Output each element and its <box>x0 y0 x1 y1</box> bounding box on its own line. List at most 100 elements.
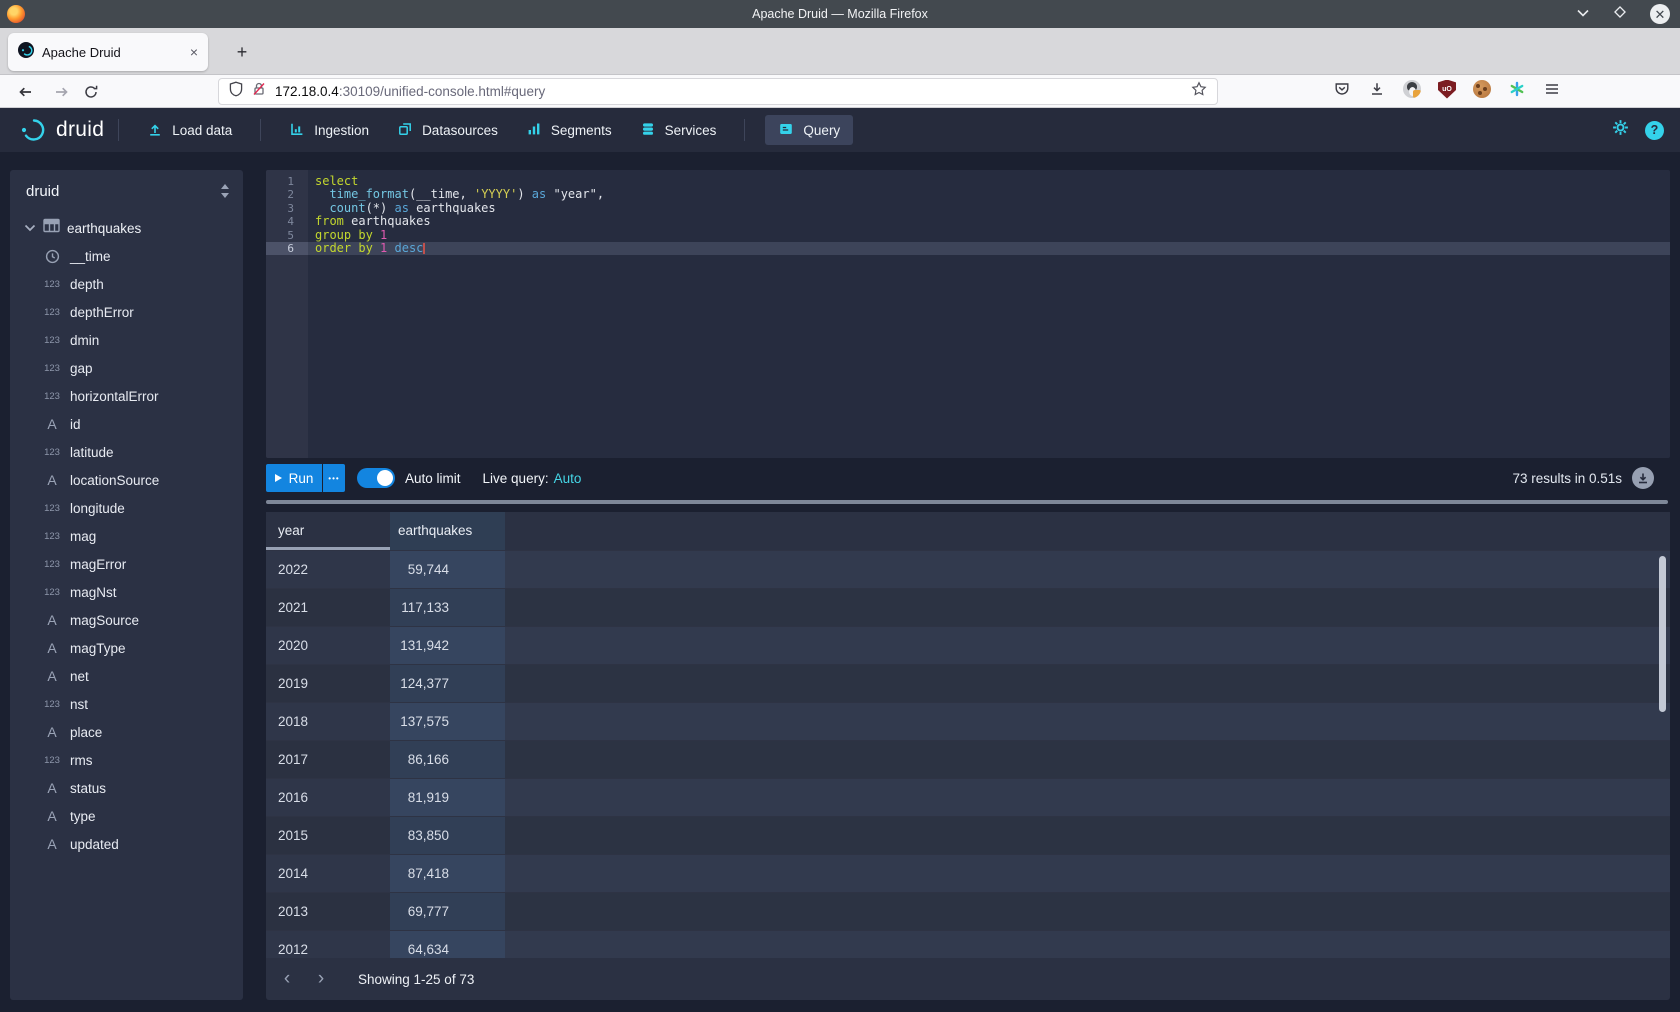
url-bar[interactable]: 172.18.0.4:30109/unified-console.html#qu… <box>218 78 1218 105</box>
cell-year[interactable]: 2021 <box>266 589 390 626</box>
help-icon[interactable]: ? <box>1645 121 1664 140</box>
settings-gear-icon[interactable] <box>1611 118 1630 142</box>
sidebar-table-earthquakes[interactable]: earthquakes <box>10 214 243 242</box>
sidebar-column-nst[interactable]: 123nst <box>10 690 243 718</box>
cell-earthquakes[interactable]: 137,575 <box>390 703 505 740</box>
column-name: magType <box>70 641 126 656</box>
sort-toggle-icon[interactable] <box>220 184 230 203</box>
cell-year[interactable]: 2018 <box>266 703 390 740</box>
sidebar-column-type[interactable]: Atype <box>10 802 243 830</box>
cell-earthquakes[interactable]: 69,777 <box>390 893 505 930</box>
chevron-down-icon[interactable] <box>24 219 36 237</box>
prev-page-icon[interactable]: ‹ <box>274 965 300 993</box>
sidebar-column-magError[interactable]: 123magError <box>10 550 243 578</box>
back-icon[interactable] <box>12 79 38 105</box>
cell-year[interactable]: 2013 <box>266 893 390 930</box>
insecure-lock-icon[interactable] <box>251 81 267 102</box>
nav-item-segments[interactable]: Segments <box>512 108 626 152</box>
cell-year[interactable]: 2019 <box>266 665 390 702</box>
pocket-icon[interactable] <box>1332 79 1352 99</box>
downloads-icon[interactable] <box>1367 79 1387 99</box>
cell-earthquakes[interactable]: 81,919 <box>390 779 505 816</box>
nav-item-services[interactable]: Services <box>626 108 731 152</box>
sidebar-column-dmin[interactable]: 123dmin <box>10 326 243 354</box>
cell-earthquakes[interactable]: 59,744 <box>390 551 505 588</box>
header-cell-year[interactable]: year <box>266 512 390 550</box>
nav-item-datasources[interactable]: Datasources <box>383 108 512 152</box>
run-button[interactable]: Run <box>266 464 322 492</box>
browser-tab[interactable]: Apache Druid × <box>8 33 208 71</box>
cell-earthquakes[interactable]: 124,377 <box>390 665 505 702</box>
cell-earthquakes[interactable]: 117,133 <box>390 589 505 626</box>
editor-line-5[interactable]: 5group by 1 <box>266 229 1670 242</box>
tracking-shield-icon[interactable] <box>229 81 243 102</box>
editor-line-4[interactable]: 4from earthquakes <box>266 215 1670 228</box>
sidebar-column-rms[interactable]: 123rms <box>10 746 243 774</box>
nav-item-query[interactable]: Query <box>765 115 853 145</box>
line-number: 2 <box>266 188 308 201</box>
menu-hamburger-icon[interactable] <box>1542 79 1562 99</box>
horizontal-scrollbar[interactable] <box>266 500 1668 504</box>
cell-year[interactable]: 2015 <box>266 817 390 854</box>
cell-year[interactable]: 2012 <box>266 931 390 958</box>
sidebar-column-gap[interactable]: 123gap <box>10 354 243 382</box>
vertical-scrollbar[interactable] <box>1659 556 1666 712</box>
code-text: select <box>308 175 1670 188</box>
ublock-icon[interactable]: uO <box>1437 79 1457 99</box>
editor-line-1[interactable]: 1select <box>266 175 1670 188</box>
nav-label: Query <box>803 123 840 138</box>
tab-close-icon[interactable]: × <box>190 44 198 60</box>
sidebar-column-locationSource[interactable]: AlocationSource <box>10 466 243 494</box>
sidebar-column-depthError[interactable]: 123depthError <box>10 298 243 326</box>
sidebar-column-place[interactable]: Aplace <box>10 718 243 746</box>
cell-earthquakes[interactable]: 87,418 <box>390 855 505 892</box>
sidebar-column-__time[interactable]: __time <box>10 242 243 270</box>
application-window: Apache Druid — Mozilla Firefox ✕ Apache … <box>0 0 1680 1012</box>
live-query-value[interactable]: Auto <box>554 471 582 486</box>
sidebar-column-net[interactable]: Anet <box>10 662 243 690</box>
sidebar-column-magType[interactable]: AmagType <box>10 634 243 662</box>
cell-earthquakes[interactable]: 64,634 <box>390 931 505 958</box>
cell-year[interactable]: 2016 <box>266 779 390 816</box>
next-page-icon[interactable]: › <box>308 965 334 993</box>
cell-year[interactable]: 2020 <box>266 627 390 664</box>
extension-asterisk-icon[interactable] <box>1507 79 1527 99</box>
druid-logo[interactable]: druid <box>14 116 104 144</box>
nav-item-load-data[interactable]: Load data <box>133 108 246 152</box>
close-icon[interactable]: ✕ <box>1650 4 1670 24</box>
cell-earthquakes[interactable]: 86,166 <box>390 741 505 778</box>
auto-limit-label: Auto limit <box>405 471 461 486</box>
sidebar-column-horizontalError[interactable]: 123horizontalError <box>10 382 243 410</box>
auto-limit-toggle[interactable] <box>357 468 395 488</box>
nav-item-ingestion[interactable]: Ingestion <box>275 108 383 152</box>
cell-earthquakes[interactable]: 131,942 <box>390 627 505 664</box>
header-cell-earthquakes[interactable]: earthquakes <box>390 512 505 550</box>
sql-editor[interactable]: 1select2 time_format(__time, 'YYYY') as … <box>266 170 1670 458</box>
sidebar-column-magSource[interactable]: AmagSource <box>10 606 243 634</box>
bookmark-star-icon[interactable] <box>1191 81 1207 102</box>
sidebar-column-longitude[interactable]: 123longitude <box>10 494 243 522</box>
sidebar-column-depth[interactable]: 123depth <box>10 270 243 298</box>
new-tab-button[interactable]: + <box>228 38 256 66</box>
cookie-icon[interactable] <box>1472 79 1492 99</box>
minimize-icon[interactable] <box>1576 5 1590 23</box>
sidebar-column-updated[interactable]: Aupdated <box>10 830 243 858</box>
run-more-button[interactable]: ••• <box>323 464 345 492</box>
cell-year[interactable]: 2014 <box>266 855 390 892</box>
sidebar-column-status[interactable]: Astatus <box>10 774 243 802</box>
sidebar-column-latitude[interactable]: 123latitude <box>10 438 243 466</box>
cell-earthquakes[interactable]: 83,850 <box>390 817 505 854</box>
cell-year[interactable]: 2017 <box>266 741 390 778</box>
forward-icon[interactable] <box>48 79 74 105</box>
extension-penguin-icon[interactable] <box>1402 79 1422 99</box>
editor-line-3[interactable]: 3 count(*) as earthquakes <box>266 202 1670 215</box>
sidebar-column-magNst[interactable]: 123magNst <box>10 578 243 606</box>
sidebar-column-mag[interactable]: 123mag <box>10 522 243 550</box>
editor-line-2[interactable]: 2 time_format(__time, 'YYYY') as "year", <box>266 188 1670 201</box>
reload-icon[interactable] <box>78 79 104 105</box>
maximize-icon[interactable] <box>1612 4 1628 25</box>
sidebar-column-id[interactable]: Aid <box>10 410 243 438</box>
cell-year[interactable]: 2022 <box>266 551 390 588</box>
download-results-icon[interactable] <box>1632 467 1654 489</box>
editor-line-6[interactable]: 6order by 1 desc <box>266 242 1670 255</box>
